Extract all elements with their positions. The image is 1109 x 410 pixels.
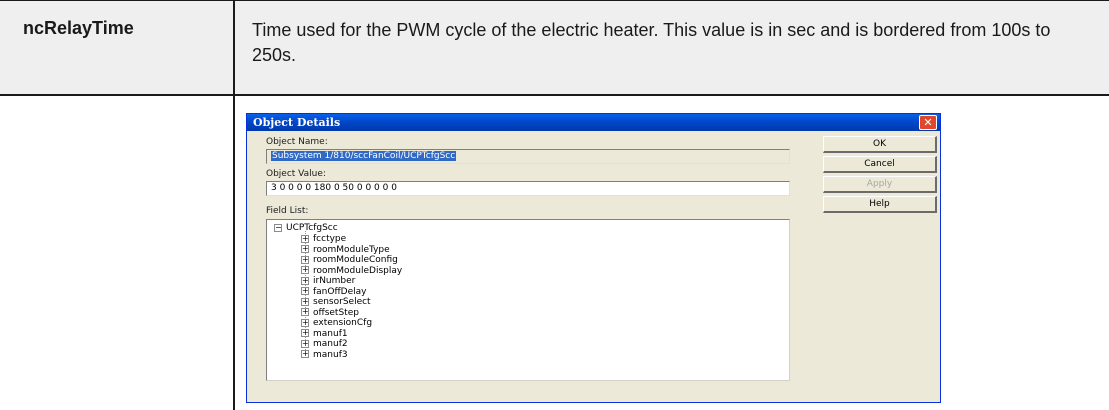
tree-item-label: extensionCfg <box>313 318 373 328</box>
expand-icon[interactable]: + <box>301 234 309 243</box>
tree-item[interactable]: + manuf2 <box>301 339 348 349</box>
tree-item[interactable]: + sensorSelect <box>301 297 371 307</box>
expand-icon[interactable]: + <box>301 276 309 285</box>
field-list-tree[interactable]: − UCPTcfgScc + fcctype + roomModuleType + room… <box>266 219 790 381</box>
tree-item[interactable]: + roomModuleDisplay <box>301 266 402 276</box>
expand-icon[interactable]: + <box>301 329 309 337</box>
tree-root-label: UCPTcfgScc <box>286 223 338 233</box>
tree-item[interactable]: + roomModuleConfig <box>301 255 398 265</box>
expand-icon[interactable]: + <box>301 266 309 274</box>
object-value-label: Object Value: <box>266 169 326 179</box>
close-button[interactable]: ✕ <box>919 115 937 130</box>
expand-icon[interactable]: + <box>301 350 309 358</box>
expand-icon[interactable]: + <box>301 308 309 316</box>
tree-item-label: roomModuleDisplay <box>313 265 403 276</box>
tree-item-label: fanOffDelay <box>313 286 367 297</box>
tree-item[interactable]: + fanOffDelay <box>301 287 366 297</box>
collapse-icon[interactable]: − <box>274 223 282 232</box>
object-name-value: Subsystem 1/810/sccFanCoil/UCPTcfgScc <box>271 151 457 161</box>
table-divider-horizontal <box>0 94 1109 96</box>
parameter-name-cell: ncRelayTime <box>23 18 134 38</box>
tree-item-label: manuf1 <box>313 328 348 339</box>
expand-icon[interactable]: + <box>301 287 309 295</box>
object-name-field[interactable]: Subsystem 1/810/sccFanCoil/UCPTcfgScc <box>266 149 790 164</box>
cancel-button[interactable]: Cancel <box>823 156 937 173</box>
tree-item-label: irNumber <box>313 276 356 286</box>
tree-item[interactable]: + offsetStep <box>301 308 359 318</box>
dialog-titlebar[interactable]: Object Details ✕ <box>247 114 940 131</box>
object-details-dialog: Object Details ✕ Object Name: Subsystem … <box>246 113 941 403</box>
tree-item-label: roomModuleConfig <box>313 255 398 265</box>
tree-item-label: fcctype <box>313 234 347 244</box>
field-list-label: Field List: <box>266 206 309 216</box>
tree-item[interactable]: + irNumber <box>301 276 355 286</box>
tree-item-label: sensorSelect <box>313 297 371 307</box>
dialog-title: Object Details <box>253 116 341 129</box>
tree-item[interactable]: + extensionCfg <box>301 318 372 328</box>
tree-item-label: manuf3 <box>313 349 348 360</box>
expand-icon[interactable]: + <box>301 255 309 264</box>
tree-item-label: roomModuleType <box>313 244 390 255</box>
close-icon: ✕ <box>923 116 933 129</box>
object-name-label: Object Name: <box>266 137 328 147</box>
expand-icon[interactable]: + <box>301 318 309 327</box>
expand-icon[interactable]: + <box>301 297 309 306</box>
table-divider-vertical <box>233 0 235 410</box>
tree-item-label: manuf2 <box>313 339 348 349</box>
tree-item[interactable]: + roomModuleType <box>301 245 390 255</box>
help-button[interactable]: Help <box>823 196 937 213</box>
ok-button[interactable]: OK <box>823 136 937 153</box>
tree-item[interactable]: + manuf3 <box>301 350 348 360</box>
expand-icon[interactable]: + <box>301 339 309 348</box>
tree-item[interactable]: + manuf1 <box>301 329 348 339</box>
tree-item[interactable]: + fcctype <box>301 234 346 244</box>
table-border-top <box>0 0 1109 1</box>
expand-icon[interactable]: + <box>301 245 309 253</box>
tree-item-label: offsetStep <box>313 307 359 318</box>
object-value-input[interactable]: 3 0 0 0 0 180 0 50 0 0 0 0 0 <box>266 181 790 196</box>
parameter-description-cell: Time used for the PWM cycle of the elect… <box>252 20 1051 65</box>
apply-button[interactable]: Apply <box>823 176 937 193</box>
